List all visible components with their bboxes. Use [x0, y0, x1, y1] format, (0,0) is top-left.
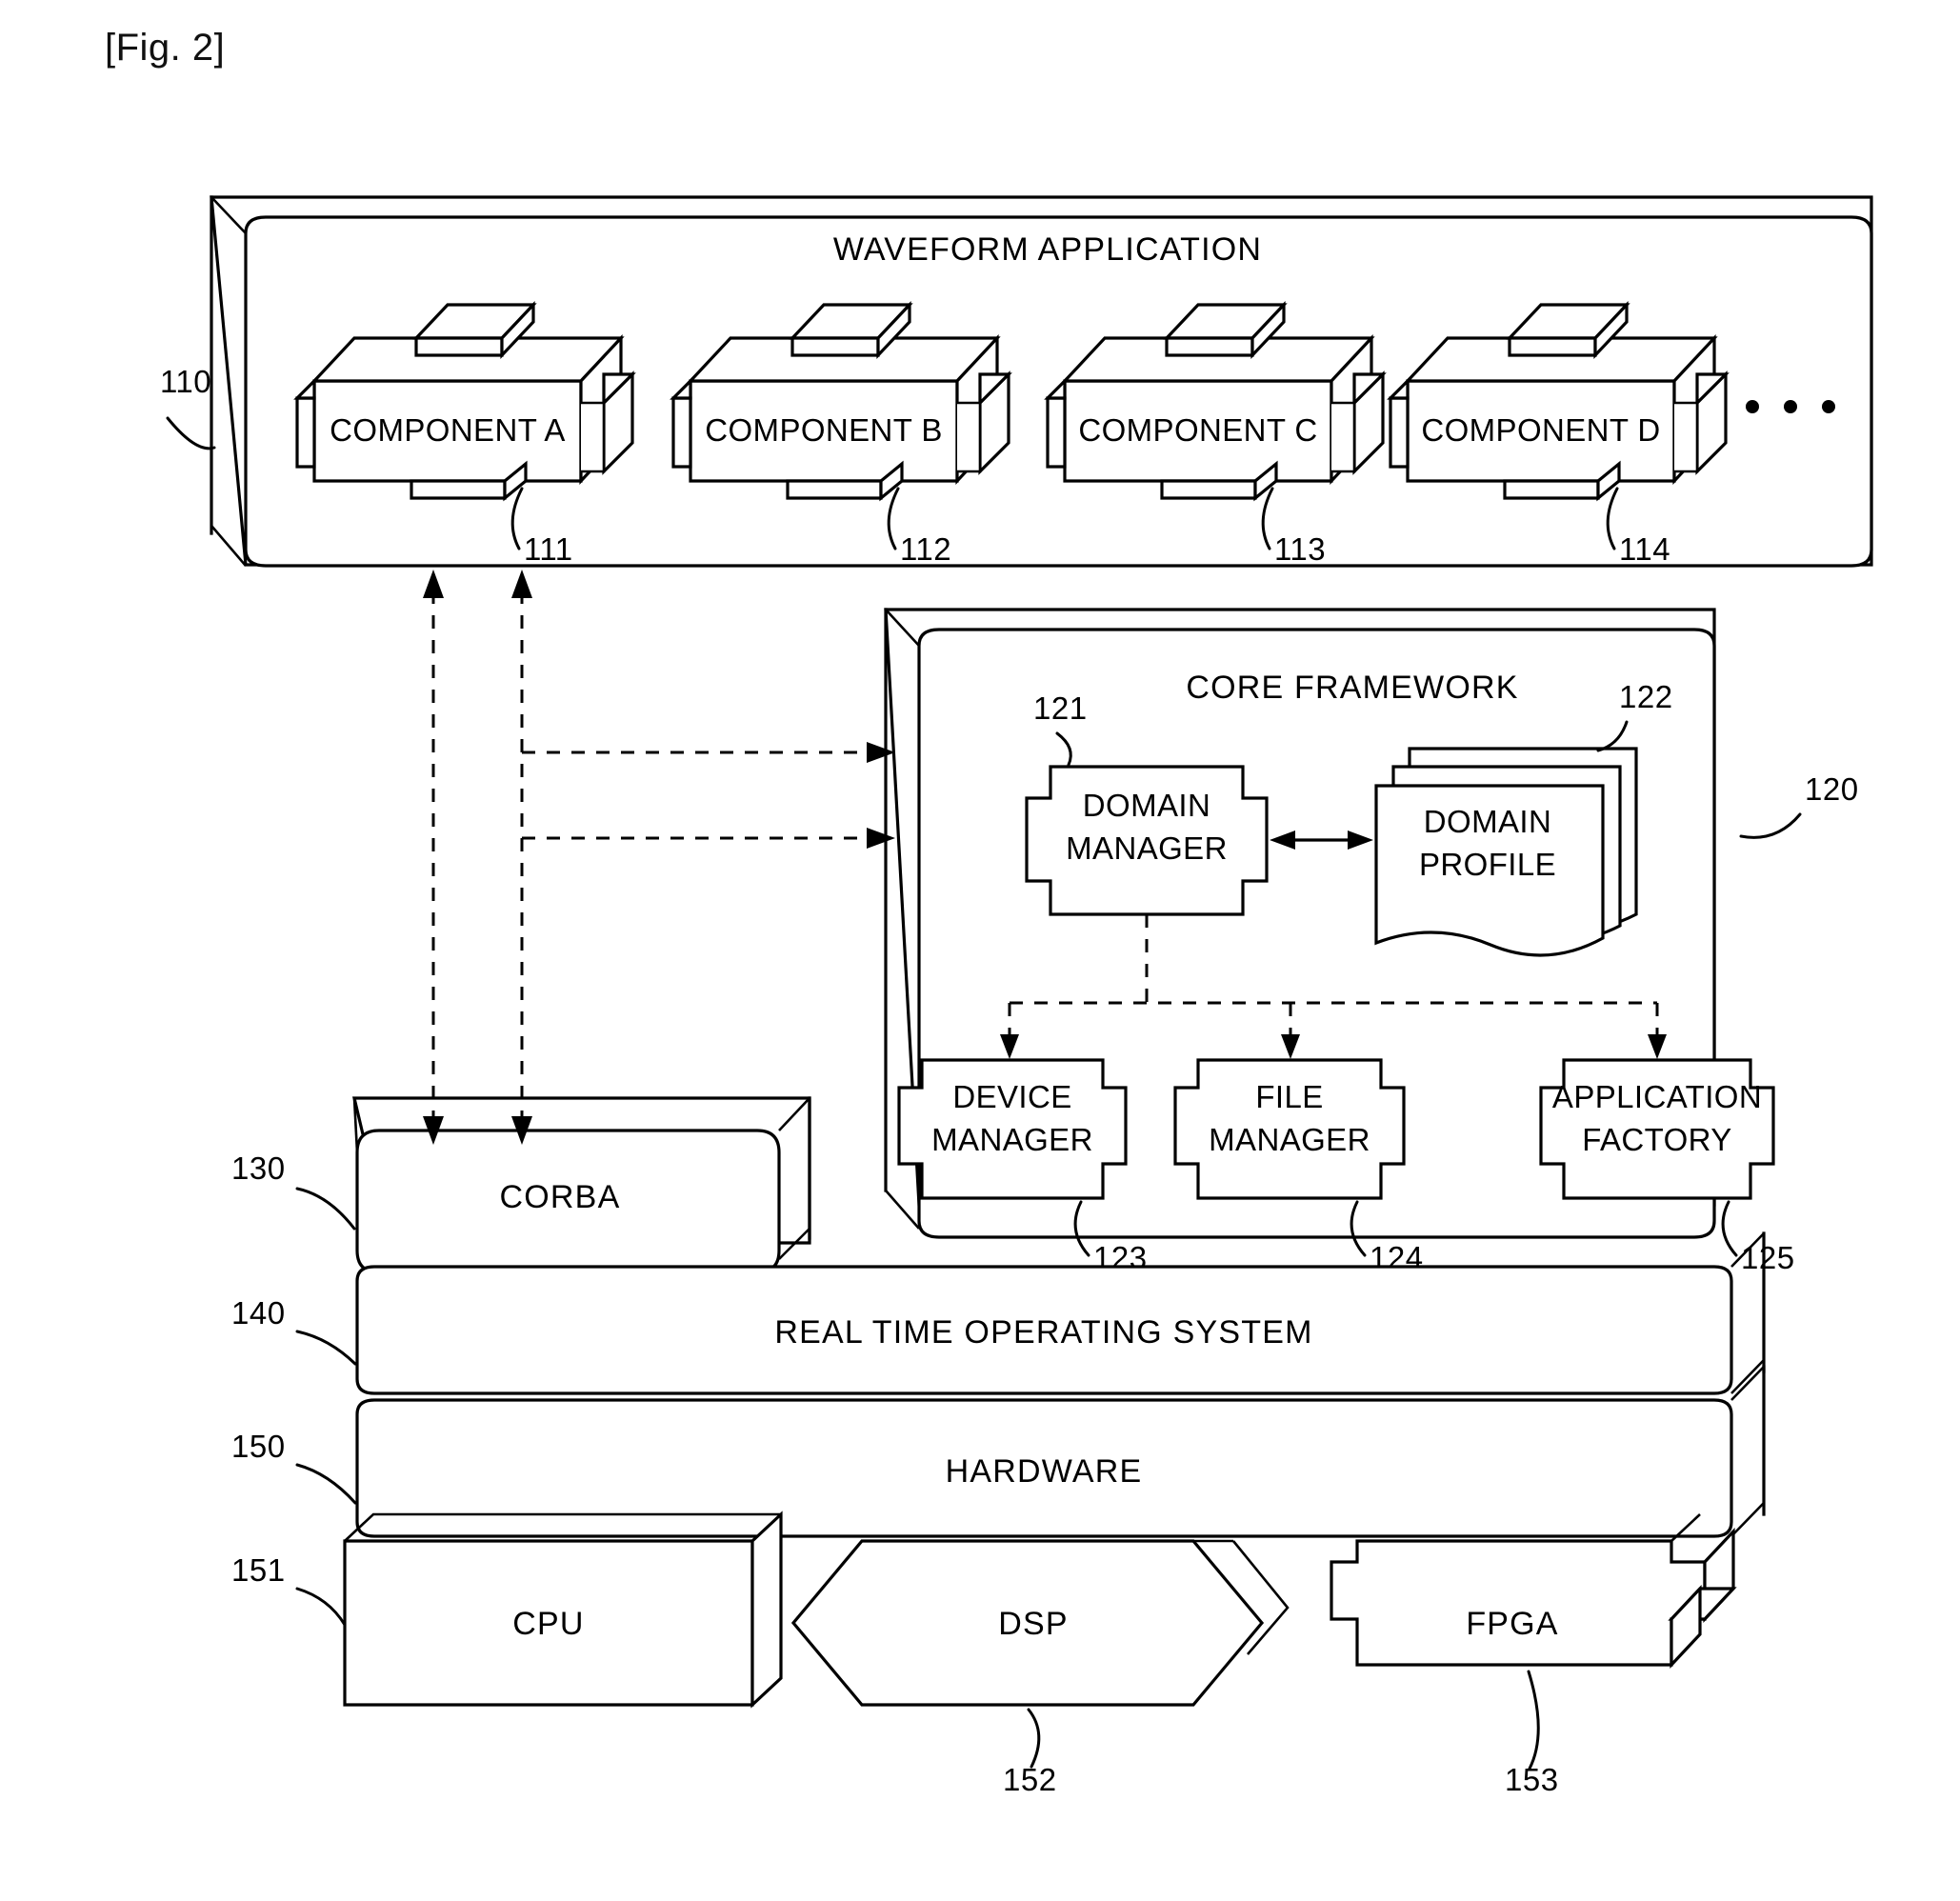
ref-112: 112	[900, 531, 951, 567]
ref-140: 140	[231, 1295, 286, 1331]
ref-121: 121	[1033, 690, 1088, 726]
ref-110: 110	[160, 364, 211, 399]
waveform-application-title: WAVEFORM APPLICATION	[833, 231, 1262, 268]
domain-manager-label-line1: DOMAIN	[1083, 788, 1210, 823]
ref-113: 113	[1274, 531, 1326, 567]
figure-root: [Fig. 2] WAVEFORM APPLICATION 110 COMPON…	[0, 0, 1960, 1901]
component-c-label: COMPONENT C	[1078, 412, 1317, 448]
ref-122: 122	[1619, 679, 1673, 714]
ref-125: 125	[1741, 1240, 1795, 1275]
dsp-label: DSP	[998, 1606, 1069, 1642]
file-manager-label-line2: MANAGER	[1209, 1122, 1370, 1157]
device-manager-label-line2: MANAGER	[931, 1122, 1093, 1157]
ref-114: 114	[1619, 531, 1670, 567]
ref-150: 150	[231, 1429, 286, 1464]
hardware-title: HARDWARE	[946, 1453, 1143, 1490]
application-factory-label-line2: FACTORY	[1582, 1122, 1731, 1157]
ref-151: 151	[231, 1552, 286, 1588]
patent-diagram: WAVEFORM APPLICATION 110 COMPONENT A 111…	[160, 195, 1873, 1797]
domain-profile-label-line1: DOMAIN	[1424, 804, 1551, 839]
file-manager-label-line1: FILE	[1255, 1079, 1323, 1114]
ref-130: 130	[231, 1151, 286, 1186]
ref-111: 111	[524, 531, 573, 567]
device-manager-label-line1: DEVICE	[952, 1079, 1071, 1114]
fpga-label: FPGA	[1466, 1606, 1558, 1642]
core-framework-title: CORE FRAMEWORK	[1186, 670, 1518, 706]
cpu-label: CPU	[512, 1606, 584, 1642]
domain-manager-label-line2: MANAGER	[1066, 830, 1228, 866]
component-corba-arrows	[423, 570, 895, 1145]
corba-title: CORBA	[500, 1179, 621, 1215]
component-d-label: COMPONENT D	[1421, 412, 1660, 448]
ref-152: 152	[1003, 1762, 1057, 1797]
component-b-label: COMPONENT B	[705, 412, 942, 448]
domain-profile-label-line2: PROFILE	[1419, 847, 1556, 882]
component-a-label: COMPONENT A	[330, 412, 566, 448]
application-factory-label-line1: APPLICATION	[1552, 1079, 1762, 1114]
ref-120: 120	[1805, 771, 1859, 807]
rtos-title: REAL TIME OPERATING SYSTEM	[774, 1314, 1312, 1351]
